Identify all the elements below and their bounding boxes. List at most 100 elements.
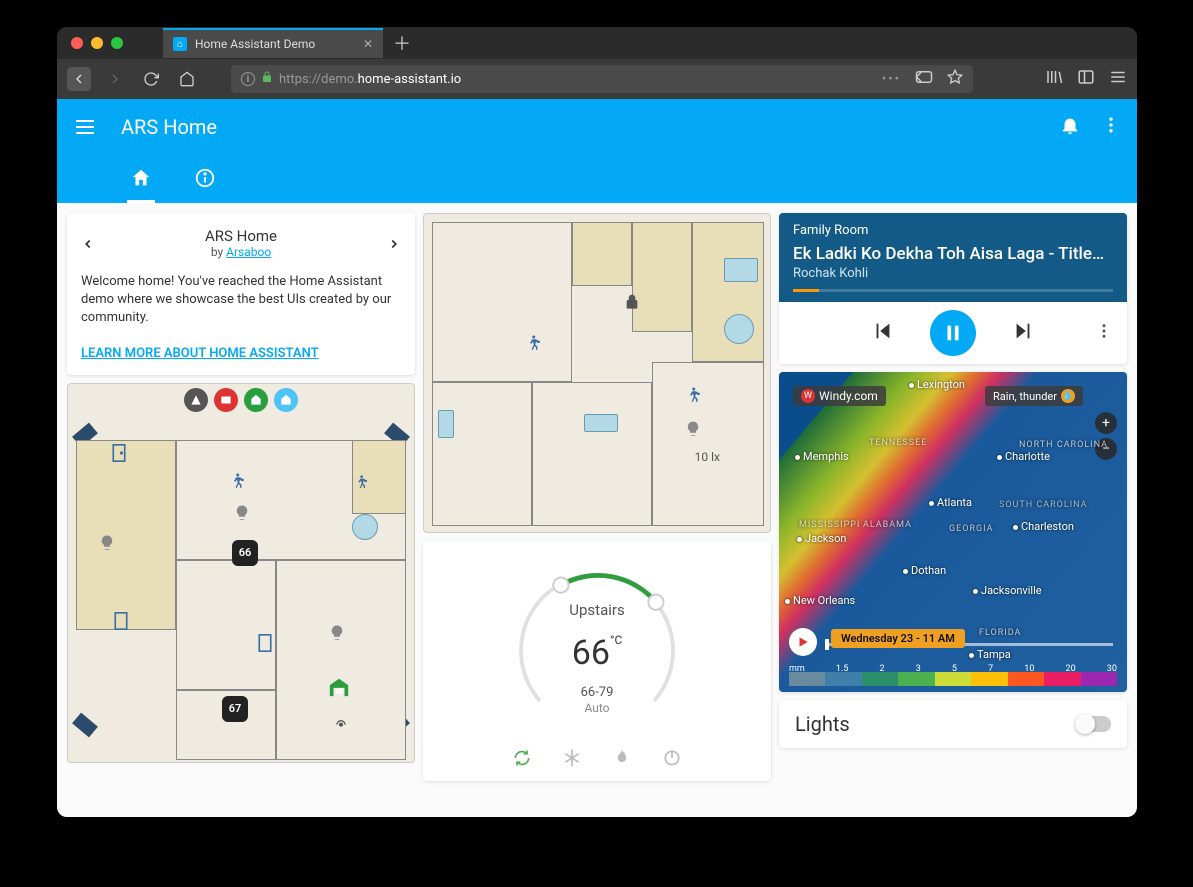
thermostat-card[interactable]: Upstairs 66°C 66-79 Auto (423, 541, 771, 781)
welcome-card: ARS Home by Arsaboo Welcome home! You've… (67, 213, 415, 375)
browser-toolbar: i https://demo.home-assistant.io ••• (57, 59, 1137, 99)
map-city-label: Charleston (1013, 520, 1074, 533)
media-next-button[interactable] (1012, 320, 1034, 346)
media-artist-label: Rochak Kohli (793, 266, 1113, 281)
media-track-title: Ek Ladki Ko Dekha Toh Aisa Laga - Title… (793, 244, 1113, 264)
camera-icon[interactable] (72, 712, 98, 737)
maximize-window-button[interactable] (111, 37, 123, 49)
map-city-label: Jacksonville (973, 584, 1042, 597)
library-icon[interactable] (1045, 68, 1063, 90)
lightbulb-icon[interactable] (684, 420, 702, 438)
welcome-title: ARS Home (81, 227, 401, 245)
browser-tab[interactable]: ⌂ Home Assistant Demo ✕ (163, 28, 383, 58)
bookmark-icon[interactable] (947, 69, 963, 89)
author-link[interactable]: Arsaboo (226, 245, 271, 259)
notifications-icon[interactable] (1059, 114, 1081, 140)
zoom-in-button[interactable]: + (1095, 412, 1117, 434)
lightbulb-icon[interactable] (98, 534, 116, 552)
fp-room (572, 222, 632, 286)
back-button[interactable] (67, 67, 91, 91)
next-demo-button[interactable] (387, 235, 401, 256)
weather-provider-badge[interactable]: WWindy.com (793, 386, 886, 406)
welcome-author: by Arsaboo (81, 245, 401, 259)
doorbell-icon[interactable] (333, 714, 349, 730)
learn-more-link[interactable]: LEARN MORE ABOUT HOME ASSISTANT (81, 346, 401, 361)
map-region-label: NORTH CAROLINA (1019, 440, 1108, 450)
url-actions-icon[interactable]: ••• (882, 72, 901, 87)
media-prev-button[interactable] (872, 320, 894, 346)
tab-favicon: ⌂ (173, 37, 187, 51)
fp-room (76, 440, 176, 630)
motion-icon[interactable] (684, 386, 702, 404)
map-city-label: Dothan (903, 564, 946, 577)
minimize-window-button[interactable] (91, 37, 103, 49)
media-progress-bar[interactable] (793, 289, 1113, 292)
map-region-label: ALABAMA (863, 520, 912, 530)
lock-icon[interactable] (624, 294, 640, 310)
new-tab-button[interactable]: ＋ (393, 30, 411, 56)
media-pause-button[interactable] (930, 310, 976, 356)
map-region-label: TENNESSEE (869, 438, 927, 448)
app-menu-icon[interactable] (1109, 68, 1127, 90)
hvac-off-icon[interactable] (662, 748, 682, 773)
map-city-label: Memphis (795, 450, 849, 463)
media-player-card: Family Room Ek Ladki Ko Dekha Toh Aisa L… (779, 213, 1127, 364)
status-badge-alarm[interactable] (184, 388, 208, 412)
home-button[interactable] (175, 67, 199, 91)
overflow-menu-icon[interactable] (1101, 115, 1121, 139)
prev-demo-button[interactable] (81, 235, 95, 256)
media-more-icon[interactable] (1095, 322, 1113, 344)
fp-room (532, 382, 652, 526)
page-title: ARS Home (121, 115, 217, 139)
floorplan-main-card[interactable]: 66 67 (67, 383, 415, 763)
thermostat-temperature: 66°C (572, 633, 623, 673)
floorplan-upper-card[interactable]: 10 lx (423, 213, 771, 533)
status-badges (184, 388, 298, 412)
hvac-auto-icon[interactable] (512, 748, 532, 773)
status-badge-presence[interactable] (274, 388, 298, 412)
address-bar[interactable]: i https://demo.home-assistant.io ••• (231, 65, 973, 93)
tab-title: Home Assistant Demo (195, 37, 315, 51)
garage-icon[interactable] (328, 676, 350, 698)
fp-room (432, 222, 572, 382)
site-info-icon[interactable]: i (241, 72, 255, 86)
sidebar-toggle-icon[interactable] (1077, 68, 1095, 90)
thermostat-badge[interactable]: 67 (222, 696, 248, 722)
motion-icon[interactable] (353, 474, 369, 490)
door-icon[interactable] (112, 444, 126, 462)
url-text: https://demo.home-assistant.io (279, 72, 461, 87)
weather-layer-badge[interactable]: Rain, thunder💧 (985, 386, 1083, 406)
light-level-label: 10 lx (695, 450, 720, 464)
tab-info[interactable] (191, 155, 219, 203)
reload-button[interactable] (139, 67, 163, 91)
lightbulb-icon[interactable] (233, 504, 251, 522)
tab-home[interactable] (127, 155, 155, 203)
toilet-icon (352, 514, 378, 540)
map-city-label: New Orleans (785, 594, 855, 607)
lights-toggle[interactable] (1075, 716, 1111, 732)
door-icon[interactable] (258, 634, 272, 652)
reader-view-icon[interactable] (915, 70, 933, 88)
hvac-cool-icon[interactable] (562, 748, 582, 773)
hamburger-menu-icon[interactable] (73, 115, 97, 139)
close-window-button[interactable] (71, 37, 83, 49)
thermostat-badge[interactable]: 66 (232, 540, 258, 566)
motion-icon[interactable] (524, 334, 542, 352)
lightbulb-icon[interactable] (328, 624, 346, 642)
status-badge-home[interactable] (244, 388, 268, 412)
close-tab-icon[interactable]: ✕ (363, 37, 373, 51)
lock-icon (261, 71, 273, 87)
weather-map-card[interactable]: WWindy.com Rain, thunder💧 + − Lexington … (779, 372, 1127, 692)
map-region-label: SOUTH CAROLINA (999, 500, 1088, 510)
weather-play-button[interactable] (789, 628, 817, 656)
motion-icon[interactable] (228, 472, 246, 490)
door-icon[interactable] (114, 612, 128, 630)
status-badge-tv[interactable] (214, 388, 238, 412)
hvac-heat-icon[interactable] (612, 748, 632, 773)
fp-room (652, 362, 764, 526)
fp-room (432, 382, 532, 526)
lights-title: Lights (795, 712, 850, 736)
fp-room (276, 560, 406, 760)
forward-button[interactable] (103, 67, 127, 91)
toolbar-right (1045, 68, 1127, 90)
